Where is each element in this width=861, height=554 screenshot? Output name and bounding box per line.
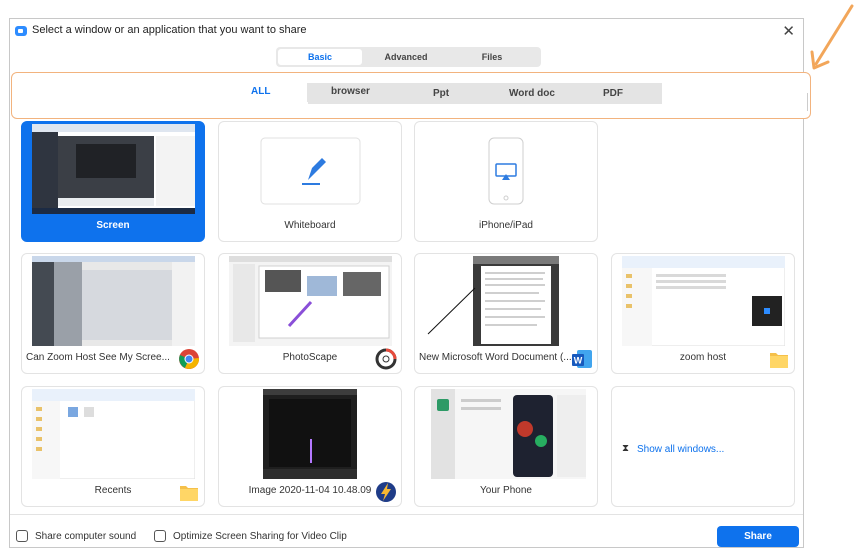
item-label: Your Phone	[480, 485, 532, 496]
share-sound-label: Share computer sound	[35, 531, 137, 542]
chrome-icon	[179, 349, 200, 369]
item-label: Recents	[94, 485, 132, 496]
item-label: zoom host	[679, 352, 727, 363]
recents-thumbnail	[32, 389, 195, 479]
svg-text:W: W	[574, 356, 583, 366]
lightning-app-icon	[376, 482, 396, 502]
tab-files[interactable]: Files	[450, 49, 534, 65]
photoscape-icon	[375, 348, 397, 370]
share-item-image[interactable]: Image 2020-11-04 10.48.09	[218, 386, 402, 507]
folder-icon	[180, 486, 198, 501]
share-item-recents[interactable]: Recents	[21, 386, 205, 507]
word-document-thumbnail	[427, 256, 559, 346]
filter-pdf[interactable]: PDF	[603, 88, 623, 99]
photoscape-thumbnail	[229, 256, 392, 346]
explorer-thumbnail	[622, 256, 785, 346]
share-dialog: Select a window or an application that y…	[9, 18, 811, 549]
share-sound-checkbox[interactable]	[16, 530, 28, 542]
iphone-airplay-icon	[488, 137, 524, 205]
close-icon[interactable]: ✕	[782, 22, 795, 40]
folder-icon	[770, 353, 788, 368]
tab-basic[interactable]: Basic	[278, 49, 362, 65]
filter-word-doc[interactable]: Word doc	[509, 88, 555, 99]
share-item-word-document[interactable]: New Microsoft Word Document (... W	[414, 253, 598, 374]
title-bar: Select a window or an application that y…	[10, 19, 803, 43]
tab-advanced[interactable]: Advanced	[364, 49, 448, 65]
show-all-windows-link[interactable]: Show all windows...	[637, 444, 724, 455]
phone-thumbnail	[431, 389, 586, 479]
share-item-whiteboard[interactable]: Whiteboard	[218, 121, 402, 242]
share-item-your-phone[interactable]: Your Phone	[414, 386, 598, 507]
show-all-icon: ⧗	[622, 443, 630, 454]
word-icon: W	[572, 350, 592, 368]
share-item-zoom-host[interactable]: zoom host	[611, 253, 795, 374]
whiteboard-thumbnail	[260, 137, 361, 205]
item-label: iPhone/iPad	[479, 220, 533, 231]
filter-browser[interactable]: browser	[331, 86, 370, 97]
bottom-bar: Share computer sound Optimize Screen Sha…	[10, 514, 803, 549]
share-item-show-all-windows[interactable]: ⧗ Show all windows...	[611, 386, 795, 507]
optimize-video-label: Optimize Screen Sharing for Video Clip	[173, 531, 347, 542]
filter-all[interactable]: ALL	[251, 86, 270, 97]
item-label: PhotoScape	[282, 352, 338, 363]
filter-bar: ALL browser Ppt Word doc PDF	[11, 72, 811, 119]
share-item-chrome-window[interactable]: Can Zoom Host See My Scree...	[21, 253, 205, 374]
chrome-window-thumbnail	[32, 256, 195, 346]
filter-ppt[interactable]: Ppt	[433, 88, 449, 99]
share-item-screen[interactable]: Screen	[21, 121, 205, 242]
share-item-photoscape[interactable]: PhotoScape	[218, 253, 402, 374]
top-tab-group: Basic Advanced Files	[276, 47, 541, 67]
image-thumbnail	[263, 389, 357, 479]
share-item-iphone-ipad[interactable]: iPhone/iPad	[414, 121, 598, 242]
share-button[interactable]: Share	[717, 526, 799, 547]
zoom-logo-icon	[15, 26, 27, 36]
annotation-arrow-icon	[810, 4, 854, 70]
filter-underline	[250, 102, 308, 104]
item-label: Screen	[96, 220, 130, 231]
screen-thumbnail	[32, 124, 195, 214]
item-label: Whiteboard	[284, 220, 336, 231]
item-label: Image 2020-11-04 10.48.09	[248, 485, 372, 496]
dialog-title: Select a window or an application that y…	[32, 24, 307, 36]
optimize-video-checkbox[interactable]	[154, 530, 166, 542]
filter-divider	[807, 93, 808, 111]
